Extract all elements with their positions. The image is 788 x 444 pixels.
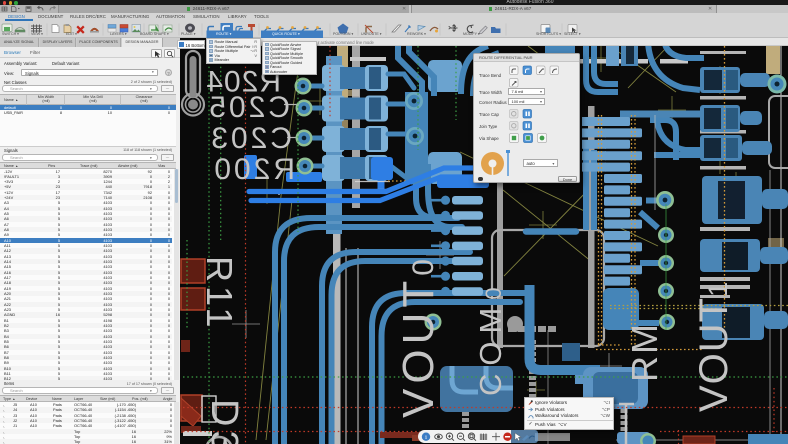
- svg-text:RM: RM: [624, 322, 665, 382]
- svg-text:C203: C203: [208, 122, 292, 155]
- svg-text:C205: C205: [206, 91, 290, 124]
- svg-text:R200: R200: [211, 153, 295, 186]
- svg-text:R11: R11: [199, 256, 240, 331]
- svg-text:i: i: [425, 434, 427, 441]
- svg-text:VOUT0: VOUT0: [394, 254, 443, 418]
- svg-text:D3: D3: [203, 399, 245, 444]
- svg-text:VOUT1: VOUT1: [692, 281, 736, 412]
